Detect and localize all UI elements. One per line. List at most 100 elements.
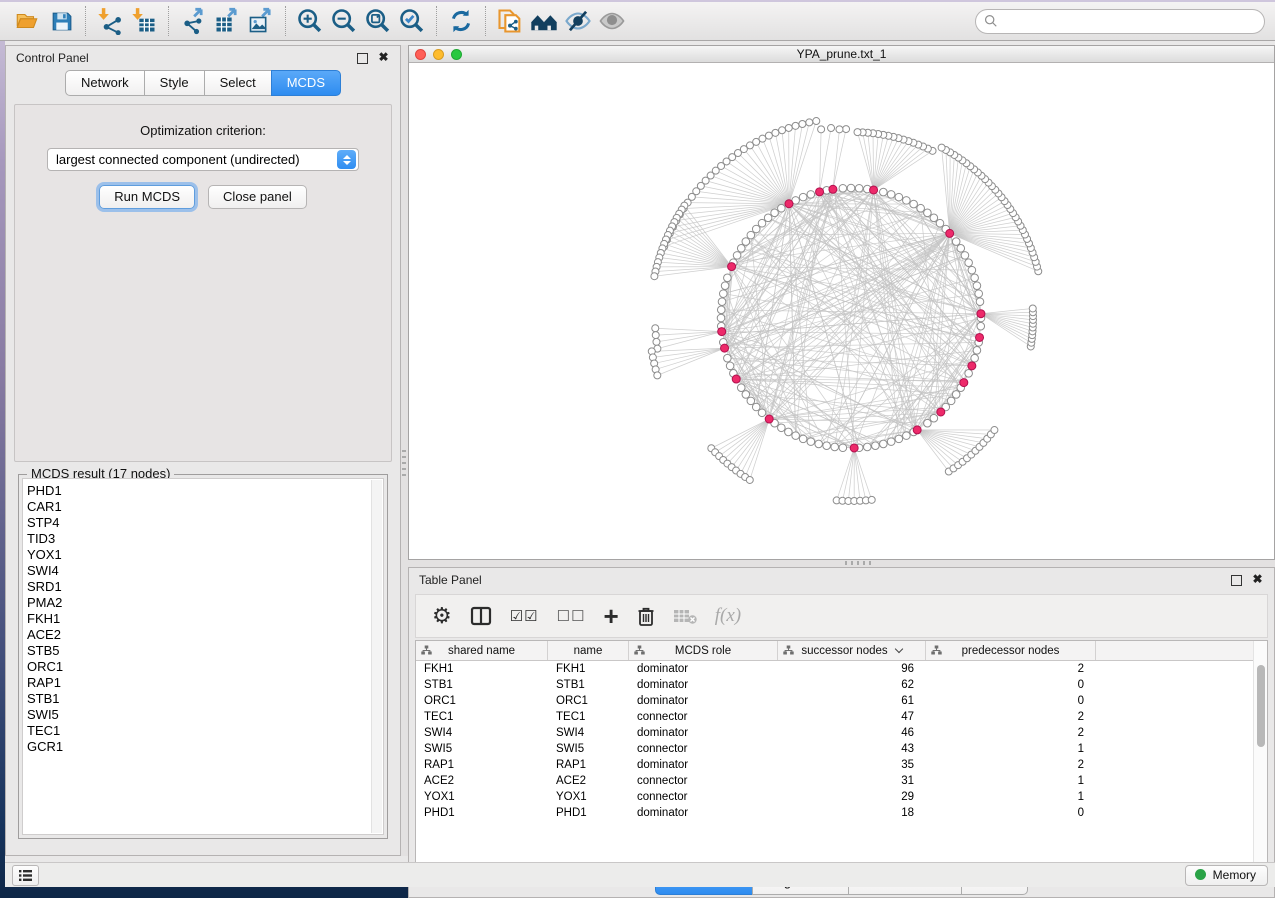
cell-MCDS-role[interactable]: dominator: [629, 677, 778, 693]
network-node[interactable]: [742, 238, 750, 246]
network-node[interactable]: [718, 298, 726, 306]
network-node[interactable]: [764, 214, 772, 222]
cell-predecessor-nodes[interactable]: 1: [926, 773, 1096, 789]
network-node[interactable]: [818, 126, 825, 133]
network-node[interactable]: [654, 372, 661, 379]
mcds-hub-node[interactable]: [732, 375, 740, 383]
cell-successor-nodes[interactable]: 61: [778, 693, 926, 709]
cell-successor-nodes[interactable]: 43: [778, 741, 926, 757]
float-panel-icon[interactable]: [1231, 575, 1242, 586]
zoom-fit-button[interactable]: [361, 5, 395, 37]
list-item[interactable]: STP4: [27, 515, 383, 531]
table-row[interactable]: PHD1PHD1dominator180: [416, 805, 1267, 821]
mcds-hub-node[interactable]: [785, 200, 793, 208]
network-node[interactable]: [895, 193, 903, 201]
cell-MCDS-role[interactable]: connector: [629, 789, 778, 805]
result-list-scrollbar[interactable]: [371, 480, 382, 833]
list-item[interactable]: RAP1: [27, 675, 383, 691]
network-node[interactable]: [742, 391, 750, 399]
network-node[interactable]: [863, 443, 871, 451]
table-row[interactable]: ORC1ORC1dominator610: [416, 693, 1267, 709]
list-item[interactable]: TID3: [27, 531, 383, 547]
delete-table-button[interactable]: [673, 603, 697, 629]
cell-name[interactable]: RAP1: [548, 757, 629, 773]
mcds-hub-node[interactable]: [968, 362, 976, 370]
mcds-hub-node[interactable]: [977, 310, 985, 318]
network-node[interactable]: [747, 231, 755, 239]
first-neighbors-button[interactable]: [527, 5, 561, 37]
close-panel-icon[interactable]: ✖: [1251, 574, 1264, 587]
cell-shared-name[interactable]: PHD1: [416, 805, 548, 821]
network-node[interactable]: [968, 266, 976, 274]
network-node[interactable]: [758, 219, 766, 227]
refresh-view-button[interactable]: [444, 5, 478, 37]
cell-predecessor-nodes[interactable]: 0: [926, 693, 1096, 709]
cell-successor-nodes[interactable]: 96: [778, 661, 926, 677]
table-settings-button[interactable]: ⚙: [432, 603, 452, 629]
network-node[interactable]: [652, 332, 659, 339]
table-row[interactable]: RAP1RAP1dominator352: [416, 757, 1267, 773]
export-network-button[interactable]: [176, 5, 210, 37]
cell-name[interactable]: SWI5: [548, 741, 629, 757]
mcds-hub-node[interactable]: [946, 229, 954, 237]
cell-MCDS-role[interactable]: connector: [629, 773, 778, 789]
cell-successor-nodes[interactable]: 18: [778, 805, 926, 821]
float-panel-icon[interactable]: [357, 53, 368, 64]
function-builder-button[interactable]: f(x): [715, 603, 741, 629]
close-panel-icon[interactable]: ✖: [377, 52, 390, 65]
network-node[interactable]: [831, 443, 839, 451]
network-node[interactable]: [799, 435, 807, 443]
sort-chevron-icon[interactable]: [894, 645, 902, 653]
cell-MCDS-role[interactable]: dominator: [629, 805, 778, 821]
zoom-in-button[interactable]: [293, 5, 327, 37]
mcds-result-list[interactable]: PHD1CAR1STP4TID3YOX1SWI4SRD1PMA2FKH1ACE2…: [22, 478, 384, 835]
network-node[interactable]: [717, 314, 725, 322]
cell-predecessor-nodes[interactable]: 2: [926, 709, 1096, 725]
network-node[interactable]: [930, 414, 938, 422]
clone-network-button[interactable]: [493, 5, 527, 37]
cell-shared-name[interactable]: YOX1: [416, 789, 548, 805]
network-node[interactable]: [813, 118, 820, 125]
cell-MCDS-role[interactable]: connector: [629, 709, 778, 725]
zoom-out-button[interactable]: [327, 5, 361, 37]
export-image-button[interactable]: [244, 5, 278, 37]
table-row[interactable]: SWI5SWI5connector431: [416, 741, 1267, 757]
cell-MCDS-role[interactable]: dominator: [629, 725, 778, 741]
cell-shared-name[interactable]: STB1: [416, 677, 548, 693]
network-node[interactable]: [880, 440, 888, 448]
select-all-columns-button[interactable]: ☑☑: [510, 603, 539, 629]
network-node[interactable]: [806, 119, 813, 126]
network-node[interactable]: [653, 338, 660, 345]
network-node[interactable]: [961, 252, 969, 260]
import-table-button[interactable]: [127, 5, 161, 37]
network-node[interactable]: [746, 476, 753, 483]
network-node[interactable]: [975, 290, 983, 298]
network-node[interactable]: [792, 432, 800, 440]
cell-shared-name[interactable]: FKH1: [416, 661, 548, 677]
table-row[interactable]: TEC1TEC1connector472: [416, 709, 1267, 725]
network-node[interactable]: [887, 438, 895, 446]
mcds-hub-node[interactable]: [721, 344, 729, 352]
cell-shared-name[interactable]: ORC1: [416, 693, 548, 709]
cell-successor-nodes[interactable]: 31: [778, 773, 926, 789]
table-row[interactable]: ACE2ACE2connector311: [416, 773, 1267, 789]
cell-successor-nodes[interactable]: 46: [778, 725, 926, 741]
cell-predecessor-nodes[interactable]: 2: [926, 661, 1096, 677]
network-node[interactable]: [785, 124, 792, 131]
network-node[interactable]: [947, 397, 955, 405]
network-node[interactable]: [843, 126, 850, 133]
cell-name[interactable]: STB1: [548, 677, 629, 693]
network-node[interactable]: [771, 209, 779, 217]
network-node[interactable]: [815, 440, 823, 448]
network-node[interactable]: [726, 362, 734, 370]
network-node[interactable]: [880, 188, 888, 196]
cell-name[interactable]: ACE2: [548, 773, 629, 789]
delete-columns-button[interactable]: [637, 603, 655, 629]
cell-predecessor-nodes[interactable]: 2: [926, 757, 1096, 773]
cell-successor-nodes[interactable]: 62: [778, 677, 926, 693]
tab-style[interactable]: Style: [144, 70, 205, 96]
table-scrollbar[interactable]: [1253, 641, 1267, 866]
network-node[interactable]: [651, 273, 658, 280]
network-node[interactable]: [836, 126, 843, 133]
network-node[interactable]: [1029, 305, 1036, 312]
